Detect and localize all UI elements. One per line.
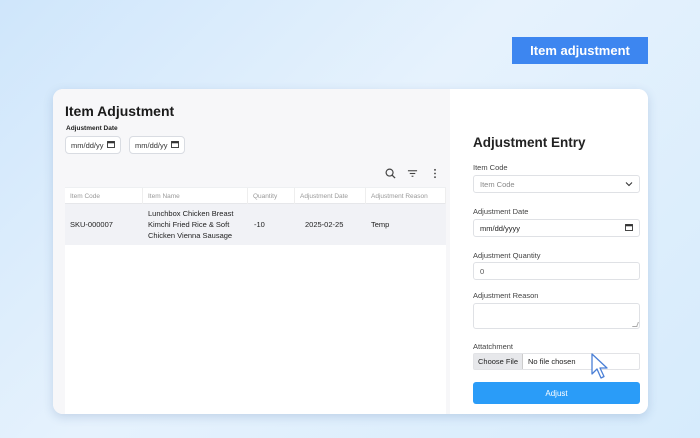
adjustment-quantity-input[interactable]: 0: [473, 262, 640, 280]
adjustment-date-placeholder: mm/dd/yyyy: [480, 223, 521, 233]
adjustment-date-filter-label: Adjustment Date: [66, 125, 118, 132]
adjustment-list-panel: Item Adjustment Adjustment Date mm/dd/yy…: [53, 89, 450, 414]
more-vertical-icon[interactable]: [428, 166, 442, 180]
column-header-item-name[interactable]: Item Name: [143, 188, 248, 205]
column-header-adjustment-reason[interactable]: Adjustment Reason: [366, 188, 446, 205]
item-name-line: Kimchi Fried Rice & Soft: [148, 220, 230, 229]
attachment-label: Attatchment: [473, 342, 514, 351]
table-header: Item Code Item Name Quantity Adjustment …: [65, 187, 446, 205]
table-row[interactable]: SKU-000007 Lunchbox Chicken Breast Kimch…: [65, 204, 446, 245]
adjustment-table: Item Code Item Name Quantity Adjustment …: [65, 187, 446, 414]
cell-item-code: SKU-000007: [70, 220, 113, 229]
adjustment-entry-panel: Adjustment Entry Item Code Item Code Adj…: [450, 89, 648, 414]
item-code-placeholder: Item Code: [480, 179, 515, 189]
resize-handle-icon[interactable]: [632, 322, 639, 327]
item-name-line: Lunchbox Chicken Breast: [148, 209, 234, 218]
date-to-value: mm/dd/yy: [135, 140, 168, 150]
page-title: Item Adjustment: [65, 103, 175, 119]
entry-title: Adjustment Entry: [473, 135, 586, 150]
choose-file-button[interactable]: Choose File: [474, 354, 523, 369]
adjustment-date-input[interactable]: mm/dd/yyyy: [473, 219, 640, 237]
calendar-icon[interactable]: [106, 140, 115, 150]
page-heading-tag: Item adjustment: [512, 37, 648, 64]
date-from-value: mm/dd/yy: [71, 140, 104, 150]
date-to-input[interactable]: mm/dd/yy: [129, 136, 185, 154]
column-header-item-code[interactable]: Item Code: [65, 188, 143, 205]
column-header-quantity[interactable]: Quantity: [248, 188, 295, 205]
main-card: Item Adjustment Adjustment Date mm/dd/yy…: [53, 89, 648, 414]
item-code-select[interactable]: Item Code: [473, 175, 640, 193]
column-header-adjustment-date[interactable]: Adjustment Date: [295, 188, 366, 205]
date-from-input[interactable]: mm/dd/yy: [65, 136, 121, 154]
item-name-line: Chicken Vienna Sausage: [148, 231, 233, 240]
cell-item-name: Lunchbox Chicken Breast Kimchi Fried Ric…: [143, 204, 248, 245]
cell-quantity: -10: [254, 220, 265, 229]
item-code-label: Item Code: [473, 163, 508, 172]
filter-icon[interactable]: [405, 166, 419, 180]
adjustment-quantity-value: 0: [480, 266, 485, 276]
adjustment-date-label: Adjustment Date: [473, 207, 529, 216]
calendar-icon[interactable]: [170, 140, 179, 150]
adjustment-reason-label: Adjustment Reason: [473, 291, 539, 300]
chevron-down-icon: [625, 180, 633, 189]
file-status-text: No file chosen: [528, 357, 576, 366]
search-icon[interactable]: [383, 166, 397, 180]
attachment-file-input[interactable]: Choose File No file chosen: [473, 353, 640, 370]
adjustment-reason-textarea[interactable]: [473, 303, 640, 329]
calendar-icon[interactable]: [625, 223, 633, 233]
mouse-pointer-icon: [591, 353, 608, 379]
cell-adjustment-reason: Temp: [371, 220, 390, 229]
cell-adjustment-date: 2025-02-25: [305, 220, 344, 229]
adjustment-quantity-label: Adjustment Quantity: [473, 251, 541, 260]
adjust-button[interactable]: Adjust: [473, 382, 640, 404]
